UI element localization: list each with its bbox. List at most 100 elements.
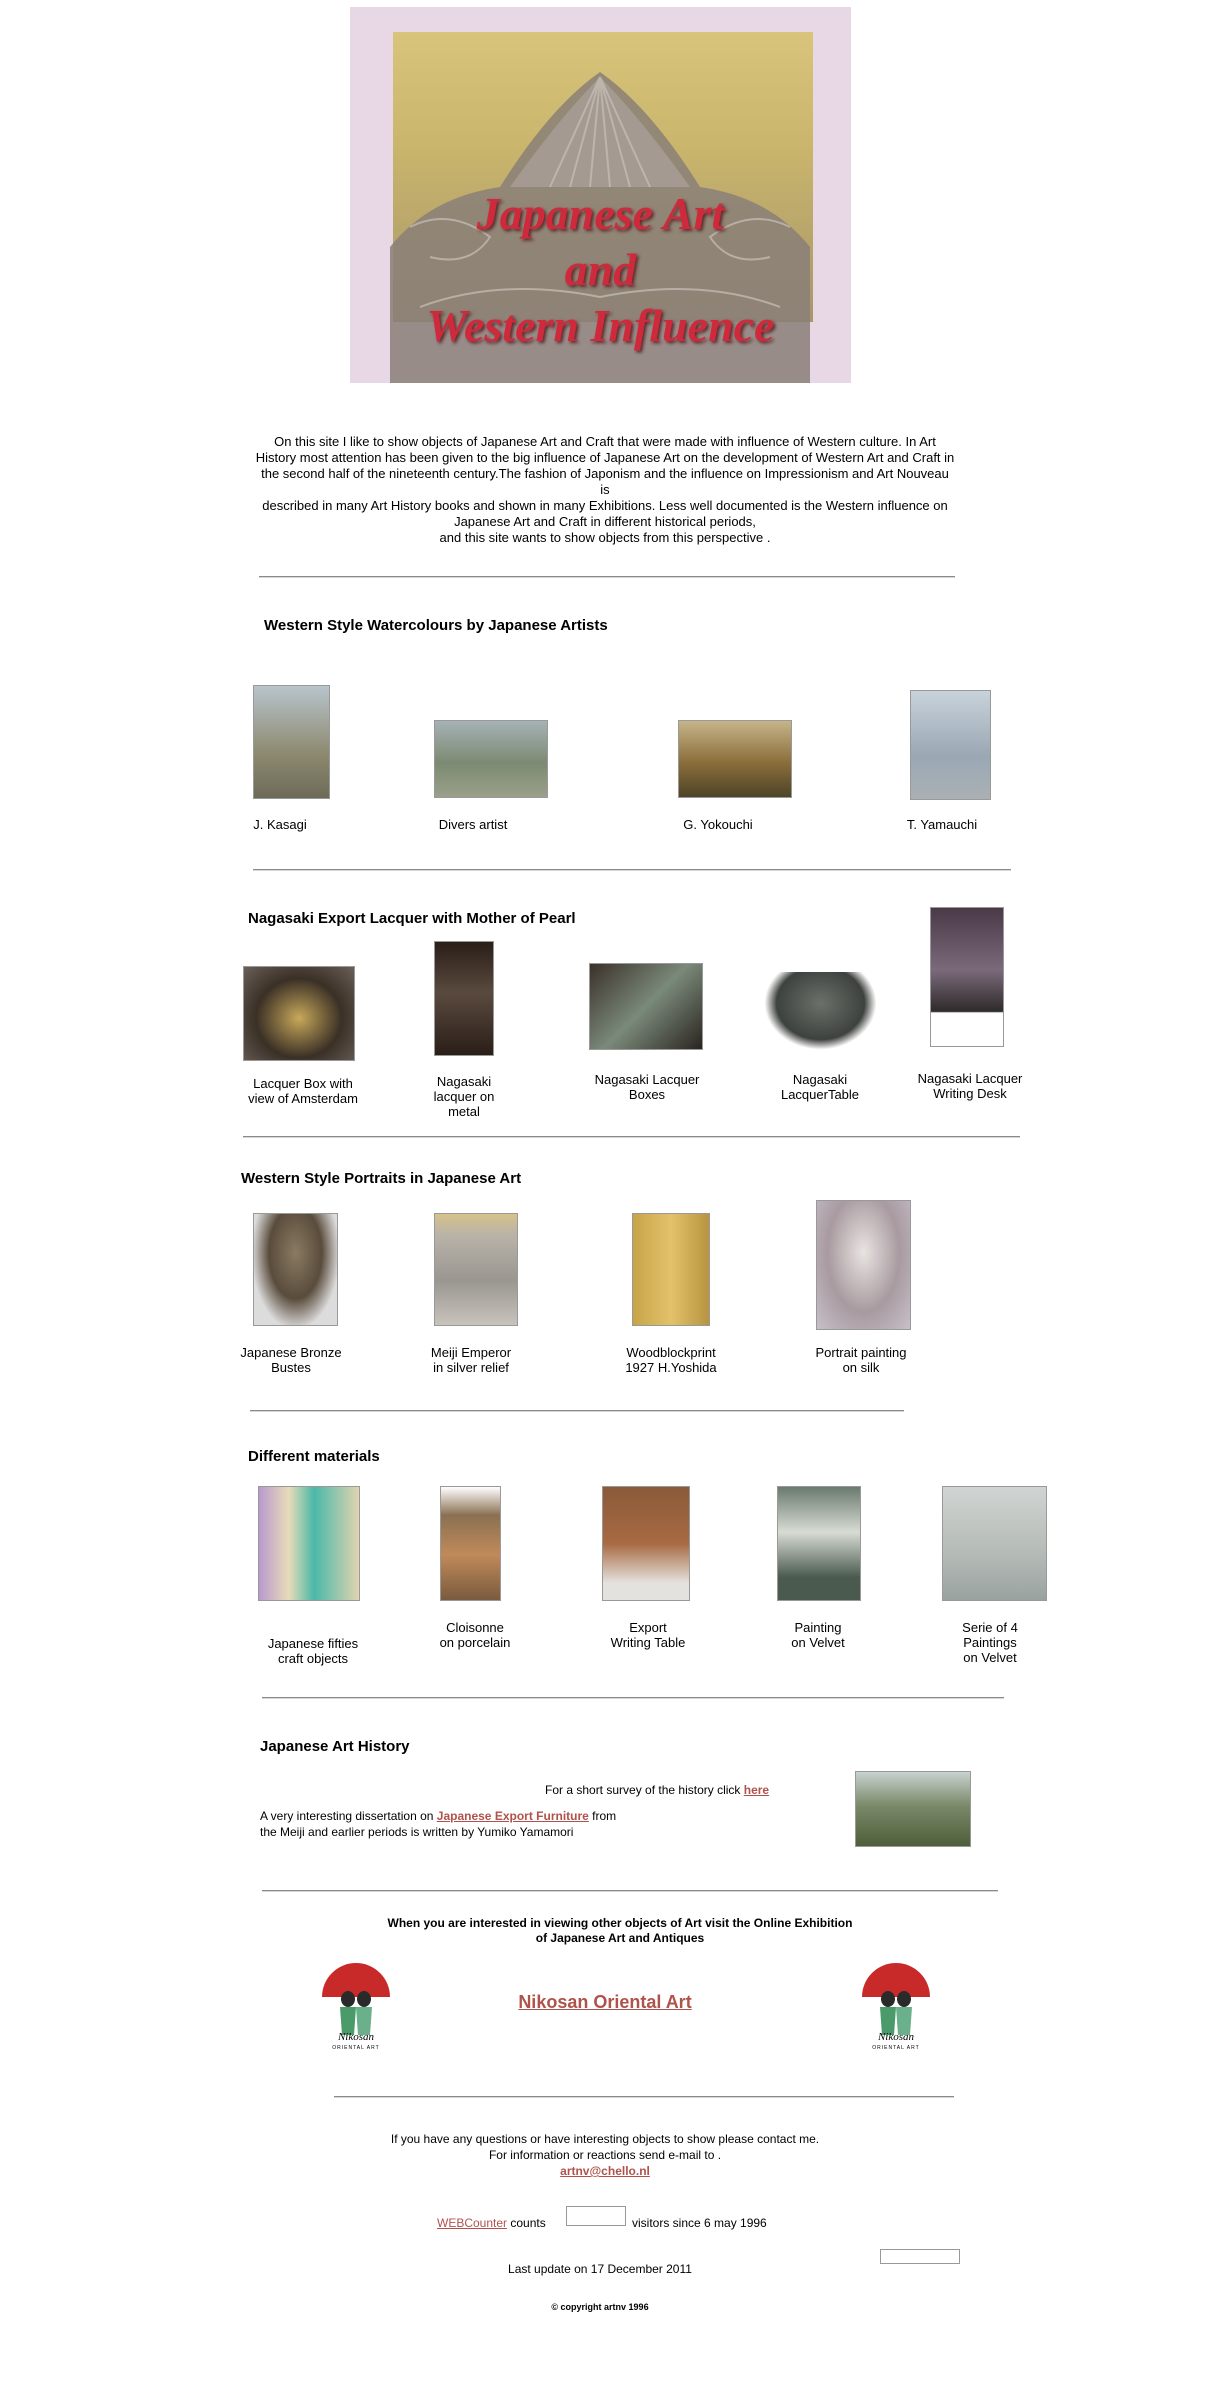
caption-line: 1927 H.Yoshida bbox=[625, 1360, 717, 1375]
portrait-silk-thumbnail[interactable] bbox=[816, 1200, 911, 1330]
export-writing-table-thumbnail[interactable] bbox=[602, 1486, 690, 1601]
banner-title-line-2: and bbox=[564, 244, 637, 295]
intro-line: and this site wants to show objects from… bbox=[439, 530, 771, 545]
caption-line: metal bbox=[448, 1104, 480, 1119]
history-dissertation-suffix: from bbox=[592, 1809, 617, 1823]
history-photo-thumbnail[interactable] bbox=[855, 1771, 971, 1847]
counter-since-text: visitors since 6 may 1996 bbox=[632, 2216, 767, 2230]
nikosan-logo-text: Nikosan bbox=[337, 2031, 375, 2043]
section-title-watercolours: Western Style Watercolours by Japanese A… bbox=[264, 617, 608, 634]
divider bbox=[262, 1697, 1004, 1699]
watercolour-kasagi-thumbnail[interactable] bbox=[253, 685, 330, 799]
divider bbox=[250, 1410, 904, 1412]
intro-paragraph: On this site I like to show objects of J… bbox=[255, 434, 955, 546]
exhibition-text: When you are interested in viewing other… bbox=[340, 1916, 900, 1946]
caption-kasagi: J. Kasagi bbox=[253, 817, 307, 832]
caption-line: Japanese fifties bbox=[267, 1636, 359, 1651]
cloisonne-thumbnail[interactable] bbox=[440, 1486, 501, 1601]
caption-meiji-emperor: Meiji Emperor in silver relief bbox=[411, 1345, 531, 1375]
divider bbox=[253, 869, 1011, 871]
history-dissertation-line-2: the Meiji and earlier periods is written… bbox=[260, 1825, 574, 1839]
email-link[interactable]: artnv@chello.nl bbox=[560, 2164, 650, 2178]
history-dissertation: A very interesting dissertation on Japan… bbox=[260, 1808, 616, 1840]
caption-line: Portrait painting bbox=[815, 1345, 907, 1360]
webcounter-link[interactable]: WEBCounter bbox=[437, 2216, 507, 2230]
caption-line: LacquerTable bbox=[780, 1087, 860, 1102]
divider bbox=[334, 2096, 954, 2098]
caption-fifties-craft: Japanese fifties craft objects bbox=[253, 1636, 373, 1666]
caption-portrait-silk: Portrait painting on silk bbox=[801, 1345, 921, 1375]
contact-block: If you have any questions or have intere… bbox=[340, 2131, 870, 2179]
caption-cloisonne: Cloisonne on porcelain bbox=[415, 1620, 535, 1650]
caption-line: in silver relief bbox=[433, 1360, 509, 1375]
caption-lacquer-table: Nagasaki LacquerTable bbox=[760, 1072, 880, 1102]
caption-line: craft objects bbox=[277, 1651, 349, 1666]
copyright: © copyright artnv 1996 bbox=[551, 2302, 649, 2312]
caption-painting-velvet: Painting on Velvet bbox=[758, 1620, 878, 1650]
watercolour-divers-thumbnail[interactable] bbox=[434, 720, 548, 798]
serie-paintings-thumbnail[interactable] bbox=[942, 1486, 1047, 1601]
section-title-materials: Different materials bbox=[248, 1448, 380, 1465]
nikosan-logo-text: Nikosan bbox=[877, 2031, 915, 2043]
woodblockprint-thumbnail[interactable] bbox=[632, 1213, 710, 1326]
painting-velvet-thumbnail[interactable] bbox=[777, 1486, 861, 1601]
caption-line: Export bbox=[629, 1620, 667, 1635]
contact-line-2: For information or reactions send e-mail… bbox=[488, 2148, 722, 2162]
caption-line: Cloisonne bbox=[446, 1620, 504, 1635]
visitor-counter-box bbox=[566, 2206, 626, 2226]
section-title-portraits: Western Style Portraits in Japanese Art bbox=[241, 1170, 522, 1187]
caption-line: Nagasaki bbox=[436, 1074, 492, 1089]
lacquer-box-amsterdam-thumbnail[interactable] bbox=[243, 966, 355, 1061]
exhibition-line-2: of Japanese Art and Antiques bbox=[535, 1931, 705, 1945]
bronze-bust-thumbnail[interactable] bbox=[253, 1213, 338, 1326]
section-title-history: Japanese Art History bbox=[260, 1738, 410, 1755]
history-dissertation-prefix: A very interesting dissertation on bbox=[260, 1809, 434, 1823]
caption-line: Boxes bbox=[628, 1087, 666, 1102]
site-banner: Japanese Art and Western Influence bbox=[350, 7, 851, 383]
history-here-link[interactable]: here bbox=[744, 1783, 769, 1797]
watercolour-yamauchi-thumbnail[interactable] bbox=[910, 690, 991, 800]
nikosan-logo-icon bbox=[862, 1963, 930, 2035]
lacquer-on-metal-thumbnail[interactable] bbox=[434, 941, 494, 1056]
nikosan-oriental-art-link[interactable]: Nikosan Oriental Art bbox=[518, 1992, 691, 2012]
watercolour-yokouchi-thumbnail[interactable] bbox=[678, 720, 792, 798]
intro-line: History most attention has been given to… bbox=[255, 450, 955, 465]
caption-line: Nagasaki Lacquer bbox=[594, 1072, 700, 1087]
fifties-craft-thumbnail[interactable] bbox=[258, 1486, 360, 1601]
caption-line: on Velvet bbox=[791, 1635, 845, 1650]
intro-line: described in many Art History books and … bbox=[262, 498, 948, 513]
nikosan-logo-right[interactable]: Nikosan ORIENTAL ART bbox=[856, 1961, 936, 2057]
history-survey-text: For a short survey of the history click bbox=[545, 1783, 741, 1797]
intro-line: On this site I like to show objects of J… bbox=[274, 434, 936, 449]
nikosan-logo-left[interactable]: Nikosan ORIENTAL ART bbox=[316, 1961, 396, 2057]
nikosan-link-container: Nikosan Oriental Art bbox=[470, 1992, 740, 2013]
meiji-emperor-thumbnail[interactable] bbox=[434, 1213, 518, 1326]
contact-line-1: If you have any questions or have intere… bbox=[390, 2132, 820, 2146]
caption-lacquer-metal: Nagasaki lacquer on metal bbox=[414, 1074, 514, 1119]
lacquer-writing-desk-thumbnail[interactable] bbox=[930, 907, 1004, 1047]
caption-line: Lacquer Box with bbox=[253, 1076, 353, 1091]
caption-serie-paintings: Serie of 4 Paintings on Velvet bbox=[930, 1620, 1050, 1665]
export-furniture-link[interactable]: Japanese Export Furniture bbox=[437, 1809, 589, 1823]
caption-line: Writing Desk bbox=[933, 1086, 1007, 1101]
divider bbox=[259, 576, 955, 578]
lacquer-boxes-thumbnail[interactable] bbox=[589, 963, 703, 1050]
divider bbox=[262, 1890, 998, 1892]
lacquer-table-thumbnail[interactable] bbox=[764, 972, 877, 1050]
divider bbox=[243, 1136, 1020, 1138]
caption-line: Nagasaki bbox=[792, 1072, 848, 1087]
caption-line: on porcelain bbox=[439, 1635, 511, 1650]
nikosan-logo-subtext: ORIENTAL ART bbox=[872, 2045, 920, 2051]
counter-counts-text: counts bbox=[510, 2216, 546, 2230]
caption-line: Japanese Bronze bbox=[240, 1345, 342, 1360]
caption-export-table: Export Writing Table bbox=[588, 1620, 708, 1650]
caption-line: Painting bbox=[794, 1620, 842, 1635]
caption-line: lacquer on bbox=[433, 1089, 495, 1104]
banner-title-line-3: Western Influence bbox=[426, 300, 775, 351]
nikosan-logo-icon bbox=[322, 1963, 390, 2035]
caption-writing-desk: Nagasaki Lacquer Writing Desk bbox=[900, 1071, 1040, 1101]
history-survey-line: For a short survey of the history click … bbox=[545, 1782, 769, 1798]
caption-lacquer-boxes: Nagasaki Lacquer Boxes bbox=[577, 1072, 717, 1102]
caption-line: Paintings bbox=[963, 1635, 1017, 1650]
caption-line: Nagasaki Lacquer bbox=[917, 1071, 1023, 1086]
